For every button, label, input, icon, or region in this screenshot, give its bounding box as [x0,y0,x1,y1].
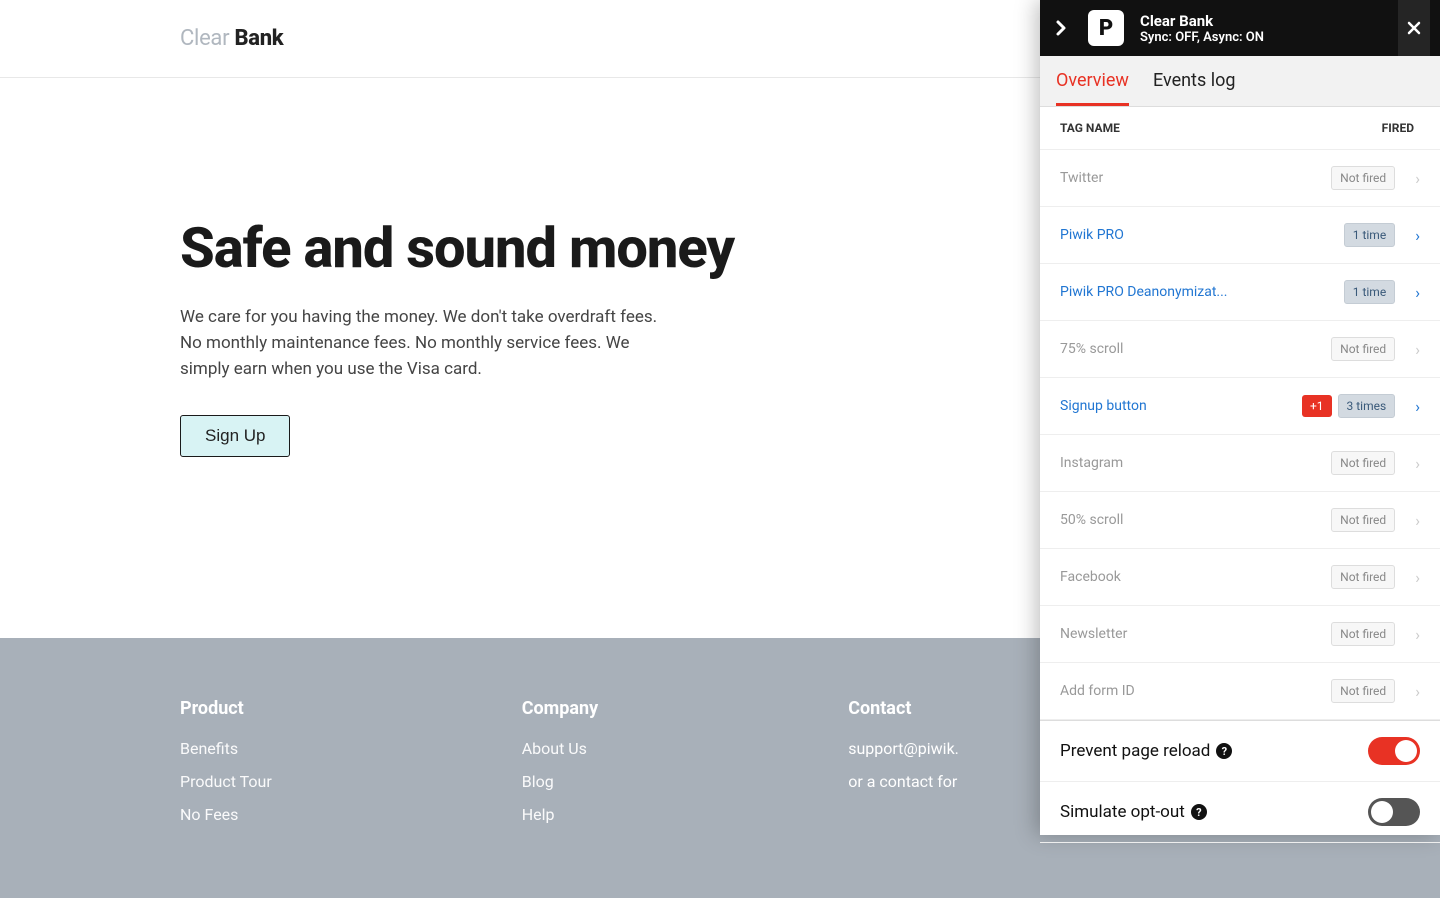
fired-badge: Not fired [1331,337,1395,361]
footer-link[interactable]: About Us [522,739,598,758]
footer-list-product: Benefits Product Tour No Fees [180,739,272,824]
tag-row[interactable]: 50% scrollNot fired › [1040,492,1440,549]
footer-contact-line: or a contact for [848,772,959,791]
tag-row[interactable]: Signup button+1 3 times › [1040,378,1440,435]
tag-name: Add form ID [1060,683,1331,699]
logo-strong: Bank [234,26,283,51]
tag-name: Piwik PRO Deanonymizat... [1060,284,1344,300]
tag-row[interactable]: InstagramNot fired› [1040,435,1440,492]
option-label: Prevent page reload ? [1060,741,1232,761]
footer-title-contact: Contact [848,698,959,719]
toggle-prevent-reload[interactable] [1368,737,1420,765]
piwik-logo-icon: P [1088,10,1124,46]
table-header: TAG NAME FIRED [1040,107,1440,150]
fired-badge: Not fired [1331,622,1395,646]
footer-link[interactable]: No Fees [180,805,272,824]
tag-name: Piwik PRO [1060,227,1344,243]
tab-overview[interactable]: Overview [1056,70,1129,106]
chevron-right-icon: › [1415,283,1420,302]
debugger-panel: P Clear Bank Sync: OFF, Async: ON Overvi… [1040,0,1440,835]
tag-row[interactable]: Piwik PRO1 time › [1040,207,1440,264]
signup-button[interactable]: Sign Up [180,415,290,457]
col-header-fired: FIRED [1330,121,1420,135]
hero-body: We care for you having the money. We don… [180,304,680,383]
footer-link[interactable]: Blog [522,772,598,791]
fired-badge: Not fired [1331,679,1395,703]
option-simulate-optout: Simulate opt-out ? [1040,782,1440,843]
collapse-arrow-icon[interactable] [1050,17,1072,39]
tag-name: Signup button [1060,398,1302,414]
panel-title: Clear Bank [1140,12,1264,30]
fired-badge: Not fired [1331,451,1395,475]
footer-link[interactable]: Help [522,805,598,824]
col-header-tagname: TAG NAME [1060,121,1330,135]
tag-name: 50% scroll [1060,512,1331,528]
logo[interactable]: Clear Bank [180,26,283,51]
footer-col-contact: Contact support@piwik. or a contact for [848,698,959,838]
footer-link[interactable]: Product Tour [180,772,272,791]
fired-badge: Not fired [1331,508,1395,532]
help-icon[interactable]: ? [1216,743,1232,759]
tag-name: Twitter [1060,170,1331,186]
fired-badge: 3 times [1338,394,1396,418]
tag-list: TwitterNot fired›Piwik PRO1 time›Piwik P… [1040,150,1440,720]
fired-badge: Not fired [1331,166,1395,190]
panel-status: Sync: OFF, Async: ON [1140,30,1264,45]
fired-badge: 1 time [1344,223,1395,247]
chevron-right-icon: › [1415,682,1420,701]
tag-name: 75% scroll [1060,341,1331,357]
footer-list-company: About Us Blog Help [522,739,598,824]
chevron-right-icon: › [1415,511,1420,530]
fired-badge: 1 time [1344,280,1395,304]
footer-col-company: Company About Us Blog Help [522,698,598,838]
chevron-right-icon: › [1415,169,1420,188]
chevron-right-icon: › [1415,340,1420,359]
tag-name: Newsletter [1060,626,1331,642]
footer-title-product: Product [180,698,272,719]
tag-row[interactable]: FacebookNot fired › [1040,549,1440,606]
chevron-right-icon: › [1415,226,1420,245]
chevron-right-icon: › [1415,397,1420,416]
tab-events-log[interactable]: Events log [1153,70,1236,106]
logo-light: Clear [180,26,229,51]
chevron-right-icon: › [1415,568,1420,587]
footer-col-product: Product Benefits Product Tour No Fees [180,698,272,838]
fired-badge: Not fired [1331,565,1395,589]
panel-header: P Clear Bank Sync: OFF, Async: ON [1040,0,1440,56]
close-button[interactable] [1398,0,1430,56]
footer-email[interactable]: support@piwik. [848,739,959,758]
toggle-simulate-optout[interactable] [1368,798,1420,826]
option-prevent-reload: Prevent page reload ? [1040,721,1440,782]
footer-link[interactable]: Benefits [180,739,272,758]
tag-row[interactable]: Piwik PRO Deanonymizat...1 time › [1040,264,1440,321]
panel-options: Prevent page reload ? Simulate opt-out ? [1040,720,1440,843]
help-icon[interactable]: ? [1191,804,1207,820]
tag-row[interactable]: 75% scrollNot fired › [1040,321,1440,378]
prevent-reload-text: Prevent page reload [1060,741,1210,761]
footer-title-company: Company [522,698,598,719]
tag-row[interactable]: Add form IDNot fired › [1040,663,1440,720]
tag-name: Facebook [1060,569,1331,585]
plusone-badge: +1 [1302,395,1332,417]
simulate-optout-text: Simulate opt-out [1060,802,1185,822]
chevron-right-icon: › [1415,454,1420,473]
chevron-right-icon: › [1415,625,1420,644]
tag-row[interactable]: TwitterNot fired › [1040,150,1440,207]
panel-title-block: Clear Bank Sync: OFF, Async: ON [1140,12,1264,45]
panel-tabs: Overview Events log [1040,56,1440,107]
tag-row[interactable]: NewsletterNot fired › [1040,606,1440,663]
option-label: Simulate opt-out ? [1060,802,1207,822]
